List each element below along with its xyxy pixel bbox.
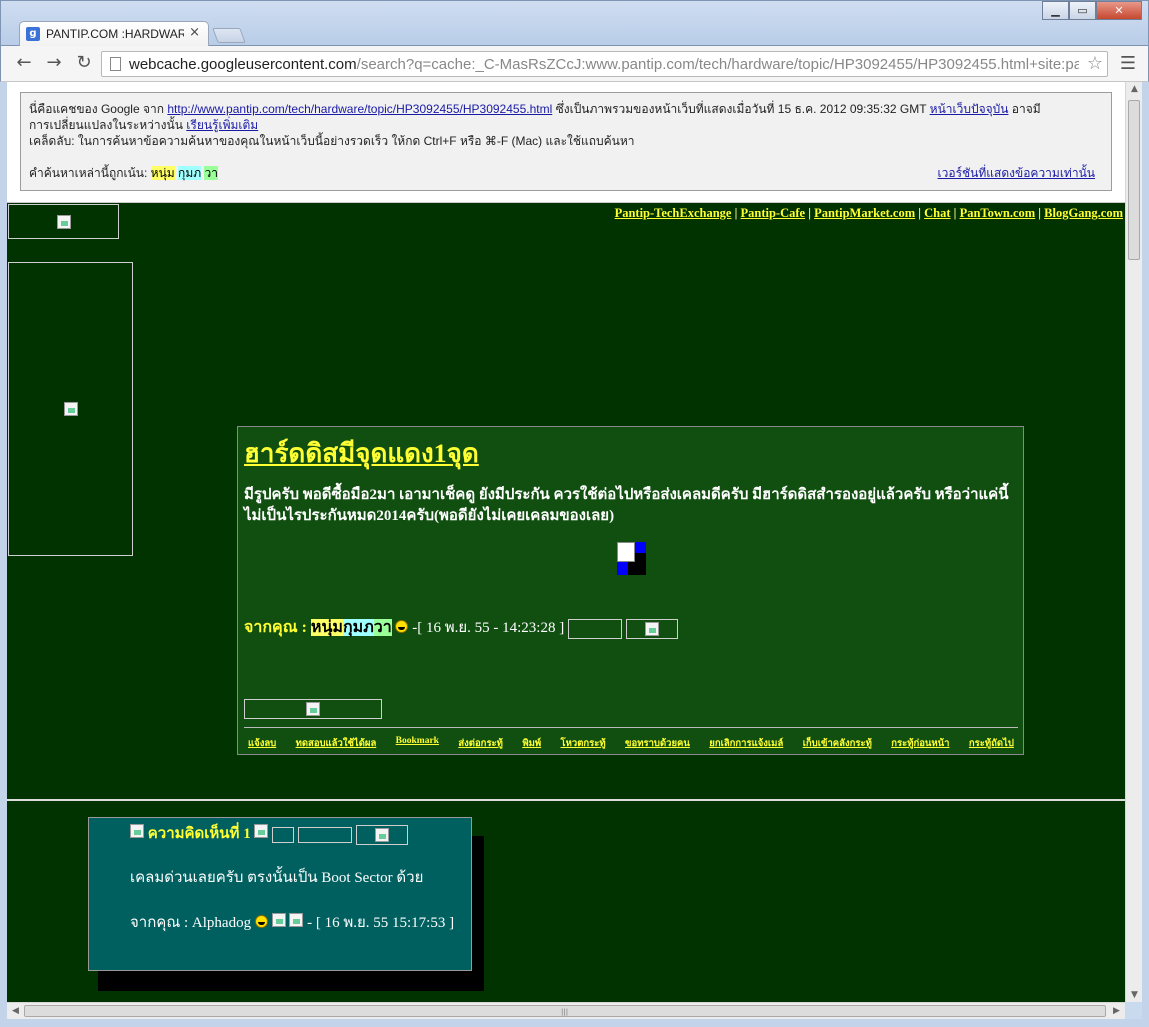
chrome-menu-icon[interactable]: ☰: [1120, 53, 1136, 74]
topic-title: ฮาร์ดดิสมีจุดแดง1จุด: [244, 439, 479, 468]
bookmark-star-icon[interactable]: ☆: [1087, 53, 1103, 74]
vertical-scrollbar[interactable]: ▲ ▼: [1125, 82, 1142, 1002]
highlight-term: หนุ่ม: [150, 166, 175, 180]
google-favicon-icon: g: [26, 27, 40, 41]
comment-datetime: - [ 16 พ.ย. 55 15:17:53 ]: [303, 915, 455, 931]
side-banner-image[interactable]: [8, 262, 133, 556]
back-arrow-icon[interactable]: ←: [13, 52, 35, 74]
new-tab-button[interactable]: [212, 28, 246, 43]
topic-datetime: -[ 16 พ.ย. 55 - 14:23:28 ]: [408, 620, 565, 636]
broken-image-icon: [254, 824, 269, 838]
link-chat[interactable]: Chat: [924, 206, 950, 220]
minimize-button[interactable]: ▁: [1042, 1, 1069, 20]
comment-author-line: จากคุณ : Alphadog - [ 16 พ.ย. 55 15:17:5…: [130, 913, 455, 931]
action-report[interactable]: แจ้งลบ: [244, 736, 280, 751]
link-pantip-cafe[interactable]: Pantip-Cafe: [741, 206, 806, 220]
divider: [244, 727, 1018, 728]
smiley-icon: [254, 915, 268, 928]
address-bar[interactable]: webcache.googleusercontent.com/search?q=…: [101, 51, 1108, 77]
action-bookmark[interactable]: Bookmark: [392, 736, 443, 751]
cache-notice-box: นี่คือแคชของ Google จาก http://www.panti…: [20, 92, 1112, 191]
cached-url-link[interactable]: http://www.pantip.com/tech/hardware/topi…: [167, 102, 552, 116]
tab-title: PANTIP.COM :HARDWAR: [46, 27, 184, 41]
browser-tab[interactable]: g PANTIP.COM :HARDWAR ×: [19, 21, 209, 47]
broken-image-icon: [617, 542, 635, 562]
action-print[interactable]: พิมพ์: [518, 736, 545, 751]
topic-attached-image[interactable]: [617, 542, 646, 575]
maximize-button[interactable]: ▭: [1069, 1, 1096, 20]
page-icon: [110, 57, 121, 71]
profile-image-button[interactable]: [625, 618, 678, 639]
broken-image-icon: [306, 702, 320, 716]
broken-image-icon: [130, 824, 144, 838]
section-divider: [7, 799, 1125, 801]
tab-close-icon[interactable]: ×: [189, 25, 200, 40]
link-bloggang[interactable]: BlogGang.com: [1044, 206, 1123, 220]
logo-image[interactable]: [8, 204, 119, 239]
comment-profile-button[interactable]: [355, 824, 408, 845]
topic-ad-image[interactable]: [244, 699, 382, 719]
action-archive[interactable]: เก็บเข้าคลังกระทู้: [799, 736, 876, 751]
browser-toolbar: ← → ↻ webcache.googleusercontent.com/sea…: [0, 46, 1149, 82]
reload-icon[interactable]: ↻: [73, 52, 95, 74]
window-frame-bottom: [0, 1019, 1149, 1027]
google-cache-header: นี่คือแคชของ Google จาก http://www.panti…: [7, 82, 1125, 203]
topic-post: ฮาร์ดดิสมีจุดแดง1จุด มีรูปครับ พอดีซื้อม…: [237, 426, 1024, 755]
action-want-to-know[interactable]: ขอทราบด้วยคน: [621, 736, 694, 751]
learn-more-link[interactable]: เรียนรู้เพิ่มเติม: [186, 118, 258, 132]
cache-separator: [7, 202, 1125, 203]
highlight-term: กุมภ: [178, 166, 202, 180]
highlight-term: วา: [204, 166, 218, 180]
scroll-down-arrow-icon[interactable]: ▼: [1126, 990, 1143, 1000]
smiley-icon: [395, 620, 409, 633]
cache-tip: เคล็ดลับ: ในการค้นหาข้อความค้นหาของคุณใน…: [29, 134, 635, 148]
member-badge-image: [567, 618, 622, 639]
scroll-up-arrow-icon[interactable]: ▲: [1126, 84, 1143, 94]
browser-titlebar: g PANTIP.COM :HARDWAR × ▁ ▭ ✕: [0, 0, 1149, 47]
scroll-right-arrow-icon[interactable]: ▶: [1108, 1006, 1125, 1016]
highlight-terms-row: คำค้นหาเหล่านี้ถูกเน้น: หนุ่ม กุมภ วา เว…: [29, 163, 1103, 183]
broken-image-icon: [271, 913, 286, 927]
horizontal-scroll-thumb[interactable]: |||: [24, 1005, 1106, 1017]
link-pantipmarket[interactable]: PantipMarket.com: [814, 206, 915, 220]
broken-image-icon: [63, 402, 78, 416]
topic-action-menu: แจ้งลบ ทดสอบแล้วใช้ได้ผล Bookmark ส่งต่อ…: [244, 736, 1018, 751]
close-window-button[interactable]: ✕: [1096, 1, 1142, 20]
action-tested-works[interactable]: ทดสอบแล้วใช้ได้ผล: [292, 736, 381, 751]
window-frame-right: [1142, 82, 1149, 1022]
topic-author-line: จากคุณ : หนุ่มกุมภวา -[ 16 พ.ย. 55 - 14:…: [244, 615, 678, 640]
action-prev-topic[interactable]: กระทู้ก่อนหน้า: [887, 736, 953, 751]
topic-body: มีรูปครับ พอดีซื้อมือ2มา เอามาเช็คดู ยัง…: [244, 487, 1009, 524]
broken-image-icon: [56, 214, 71, 229]
address-url[interactable]: webcache.googleusercontent.com/search?q=…: [129, 56, 1079, 73]
comment-box: ความคิดเห็นที่ 1 เคลมด่วนเลยครับ ตรงนั้น…: [88, 817, 472, 971]
vertical-scroll-thumb[interactable]: [1128, 100, 1140, 260]
page-viewport: นี่คือแคชของ Google จาก http://www.panti…: [7, 82, 1125, 1002]
pantip-top-links: Pantip-TechExchange | Pantip-Cafe | Pant…: [614, 206, 1123, 220]
action-next-topic[interactable]: กระทู้ถัดไป: [965, 736, 1018, 751]
link-pantip-techexchange[interactable]: Pantip-TechExchange: [615, 206, 732, 220]
text-only-version-link[interactable]: เวอร์ชันที่แสดงข้อความเท่านั้น: [938, 163, 1095, 183]
action-vote[interactable]: โหวตกระทู้: [557, 736, 610, 751]
current-page-link[interactable]: หน้าเว็บปัจจุบัน: [930, 102, 1009, 116]
comment-number: ความคิดเห็นที่ 1: [147, 826, 251, 842]
scroll-left-arrow-icon[interactable]: ◀: [7, 1006, 24, 1016]
comment-body: เคลมด่วนเลยครับ ตรงนั้นเป็น Boot Sector …: [130, 870, 424, 886]
action-cancel-email[interactable]: ยกเลิกการแจ้งเมล์: [705, 736, 787, 751]
window-controls: ▁ ▭ ✕: [1042, 1, 1142, 21]
comment-badge-image: [297, 826, 352, 843]
forward-arrow-icon[interactable]: →: [43, 52, 65, 74]
comment-header: ความคิดเห็นที่ 1: [130, 821, 408, 845]
horizontal-scrollbar[interactable]: ◀ ||| ▶: [7, 1002, 1125, 1019]
broken-image-icon: [644, 621, 659, 636]
link-pantown[interactable]: PanTown.com: [960, 206, 1036, 220]
comment-image-button[interactable]: [272, 826, 295, 843]
broken-image-icon: [374, 827, 389, 842]
action-forward[interactable]: ส่งต่อกระทู้: [454, 736, 507, 751]
broken-image-icon: [289, 913, 304, 927]
window-frame-left: [0, 82, 7, 1022]
author-name: หนุ่ม: [310, 619, 343, 636]
comment-author: Alphadog: [191, 915, 252, 931]
